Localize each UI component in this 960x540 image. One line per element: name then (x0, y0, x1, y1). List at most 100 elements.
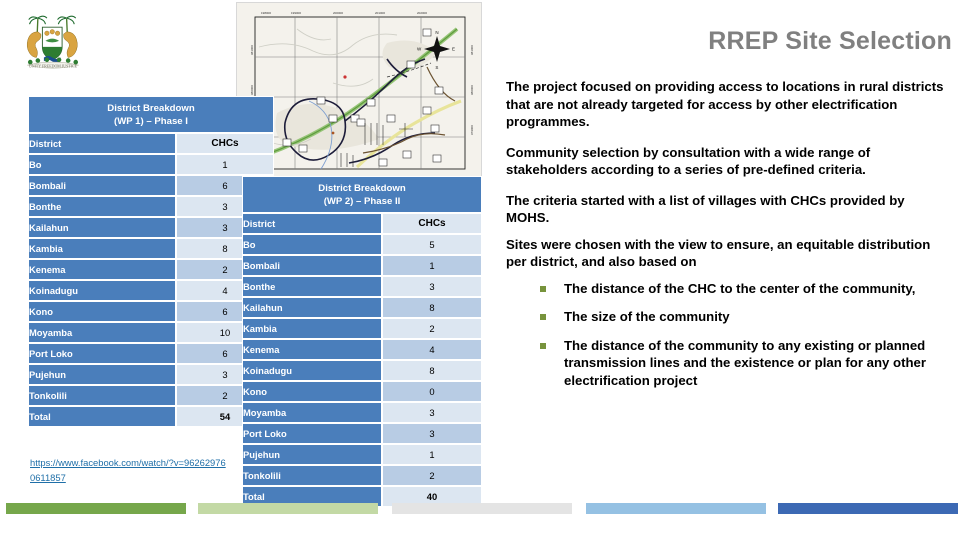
table-header-row: District CHCs (242, 213, 482, 234)
district-name-cell: Koinadugu (242, 360, 382, 381)
square-bullet-icon (540, 314, 546, 320)
paragraph-2: Community selection by consultation with… (506, 144, 871, 178)
chc-count-cell: 4 (382, 339, 482, 360)
table-row: Kono 0 (242, 381, 482, 402)
table-title-line2: (WP 2) – Phase II (323, 195, 401, 207)
total-label-cell: Total (28, 406, 176, 427)
table-row: Bo 1 (28, 154, 274, 175)
page-title: RREP Site Selection (708, 27, 952, 55)
district-name-cell: Kambia (28, 238, 176, 259)
table-row: Bombali 1 (242, 255, 482, 276)
table-row: Koinadugu 8 (242, 360, 482, 381)
svg-text:981000: 981000 (250, 45, 254, 55)
table-row: Kailahun 3 (28, 217, 274, 238)
district-breakdown-wp2-table: District Breakdown (WP 2) – Phase II Dis… (242, 176, 482, 507)
district-name-cell: Tonkolili (242, 465, 382, 486)
table-row: Kenema 4 (242, 339, 482, 360)
table-total-row: Total 54 (28, 406, 274, 427)
district-name-cell: Tonkolili (28, 385, 176, 406)
district-name-cell: Bombali (242, 255, 382, 276)
svg-text:199000: 199000 (291, 11, 301, 15)
column-header-district: District (28, 133, 176, 154)
svg-text:980000: 980000 (250, 85, 254, 95)
svg-text:200000: 200000 (333, 11, 343, 15)
district-name-cell: Pujehun (28, 364, 176, 385)
table-row: Moyamba 3 (242, 402, 482, 423)
district-name-cell: Moyamba (28, 322, 176, 343)
column-header-district: District (242, 213, 382, 234)
list-item: The size of the community (506, 308, 944, 326)
list-item: The distance of the CHC to the center of… (506, 280, 944, 298)
table-row: Moyamba 10 (28, 322, 274, 343)
square-bullet-icon (540, 342, 546, 349)
list-item: The distance of the community to any exi… (506, 337, 944, 390)
district-name-cell: Kono (242, 381, 382, 402)
chc-count-cell: 1 (382, 255, 482, 276)
chc-count-cell: 3 (382, 423, 482, 444)
table-row: Pujehun 3 (28, 364, 274, 385)
chc-count-cell: 0 (382, 381, 482, 402)
district-name-cell: Kenema (242, 339, 382, 360)
chc-count-cell: 1 (176, 154, 274, 175)
district-name-cell: Moyamba (242, 402, 382, 423)
table-title-row: District Breakdown (WP 2) – Phase II (242, 176, 482, 213)
table-row: Bo 5 (242, 234, 482, 255)
footer-bar-blue (778, 503, 958, 514)
table-row: Kono 6 (28, 301, 274, 322)
chc-count-cell: 1 (382, 444, 482, 465)
footer-bar-green (6, 503, 186, 514)
list-item-label: The distance of the CHC to the center of… (564, 280, 916, 296)
table-row: Pujehun 1 (242, 444, 482, 465)
sierra-leone-coat-of-arms-logo: UNITY FREEDOM JUSTICE (14, 6, 92, 78)
list-item-label: The size of the community (564, 309, 730, 324)
district-name-cell: Bo (242, 234, 382, 255)
district-name-cell: Port Loko (28, 343, 176, 364)
table-row: Tonkolili 2 (242, 465, 482, 486)
district-breakdown-wp1-table: District Breakdown (WP 1) – Phase I Dist… (28, 96, 274, 427)
chc-count-cell: 2 (382, 465, 482, 486)
chc-count-cell: 5 (382, 234, 482, 255)
list-item-label: The distance of the community to any exi… (564, 337, 927, 388)
footer-bar-light-blue (586, 503, 766, 514)
table-header-row: District CHCs (28, 133, 274, 154)
facebook-source-link[interactable]: https://www.facebook.com/watch/?v=962629… (30, 455, 226, 485)
paragraph-4: Sites were chosen with the view to ensur… (506, 236, 931, 270)
svg-text:202000: 202000 (417, 11, 427, 15)
chc-count-cell: 3 (382, 402, 482, 423)
square-bullet-icon (540, 285, 546, 292)
svg-text:979000: 979000 (470, 125, 474, 135)
table-row: Kailahun 8 (242, 297, 482, 318)
district-name-cell: Kailahun (242, 297, 382, 318)
table-row: Bonthe 3 (242, 276, 482, 297)
district-name-cell: Kambia (242, 318, 382, 339)
svg-text:E: E (452, 47, 455, 52)
district-name-cell: Bonthe (242, 276, 382, 297)
svg-text:UNITY FREEDOM JUSTICE: UNITY FREEDOM JUSTICE (29, 63, 78, 68)
district-name-cell: Bo (28, 154, 176, 175)
chc-count-cell: 8 (382, 297, 482, 318)
chc-count-cell: 2 (382, 318, 482, 339)
district-name-cell: Bonthe (28, 196, 176, 217)
table-row: Koinadugu 4 (28, 280, 274, 301)
table-row: Kambia 2 (242, 318, 482, 339)
footer-bar-gray (392, 503, 572, 514)
svg-text:201000: 201000 (375, 11, 385, 15)
table-title-line1: District Breakdown (318, 182, 406, 194)
svg-text:S: S (435, 65, 438, 70)
district-name-cell: Bombali (28, 175, 176, 196)
district-name-cell: Kenema (28, 259, 176, 280)
table-title-line2: (WP 1) – Phase I (114, 115, 188, 127)
district-name-cell: Port Loko (242, 423, 382, 444)
column-header-chcs: CHCs (176, 133, 274, 154)
table-row: Bonthe 3 (28, 196, 274, 217)
table-row: Bombali 6 (28, 175, 274, 196)
svg-text:N: N (435, 30, 438, 35)
svg-text:981000: 981000 (470, 45, 474, 55)
criteria-list: The distance of the CHC to the center of… (506, 280, 944, 390)
chc-count-cell: 8 (382, 360, 482, 381)
footer-bar-light-green (198, 503, 378, 514)
table-row: Kenema 2 (28, 259, 274, 280)
district-name-cell: Kailahun (28, 217, 176, 238)
chc-count-cell: 3 (382, 276, 482, 297)
svg-text:980000: 980000 (470, 85, 474, 95)
